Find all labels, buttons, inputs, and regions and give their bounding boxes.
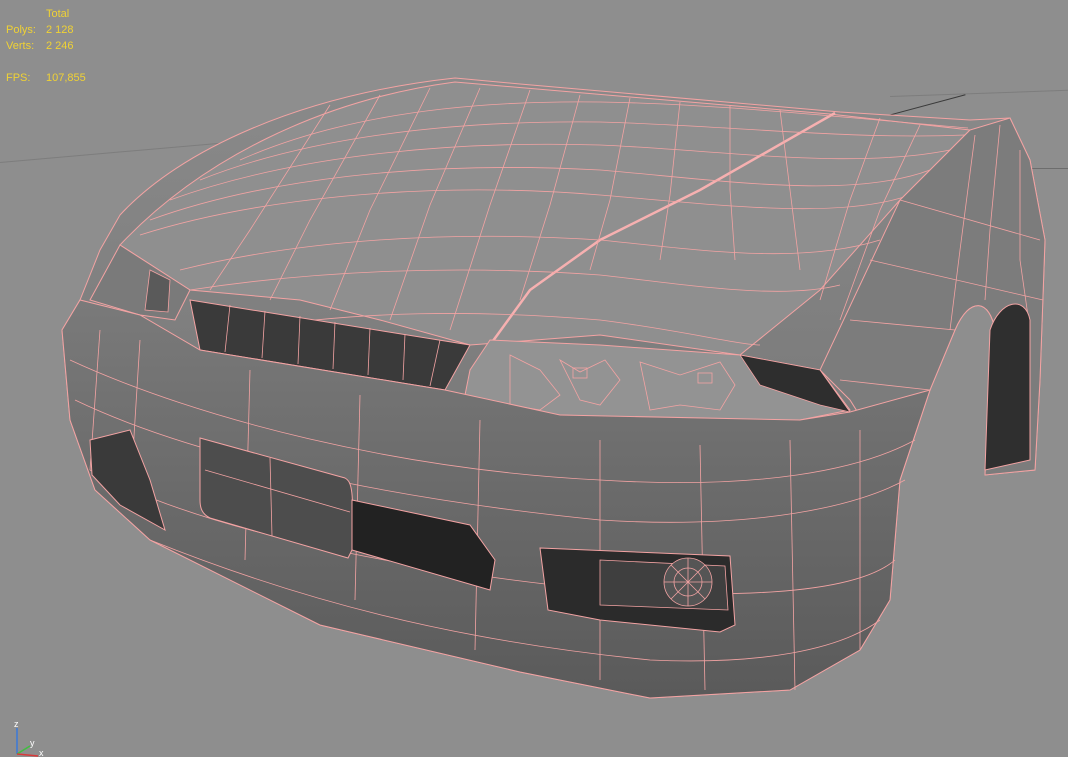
fog-light — [663, 557, 713, 607]
wheel-arch — [984, 303, 1031, 471]
car-front-mesh[interactable] — [0, 0, 1068, 757]
x-axis-line — [16, 753, 39, 757]
y-axis-label: y — [30, 738, 35, 748]
3d-viewport[interactable]: Total Polys: 2 128 Verts: 2 246 FPS: 107,85… — [0, 0, 1068, 757]
axis-gizmo: z y x — [14, 719, 44, 757]
x-axis-label: x — [39, 748, 44, 757]
y-axis-line — [16, 745, 31, 755]
z-axis-label: z — [14, 719, 19, 729]
